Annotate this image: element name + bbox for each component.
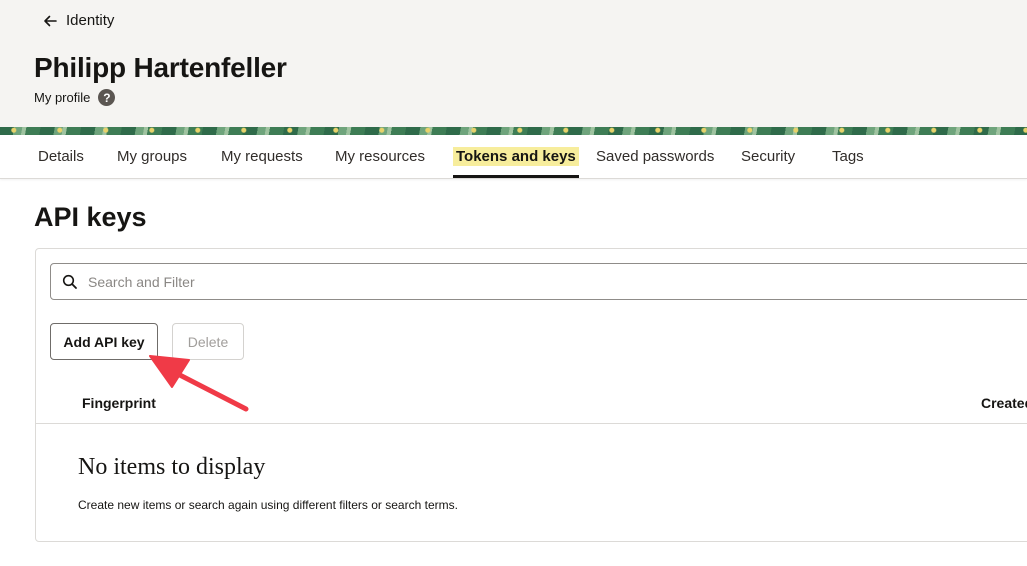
column-header-created[interactable]: Created (981, 395, 1027, 411)
tab-label: Tags (832, 148, 864, 165)
search-filter-box[interactable] (50, 263, 1027, 300)
tab-my-requests[interactable]: My requests (221, 135, 303, 178)
add-api-key-button[interactable]: Add API key (50, 323, 158, 360)
tab-security[interactable]: Security (741, 135, 795, 178)
search-icon (62, 274, 77, 289)
page-title: Philipp Hartenfeller (34, 52, 287, 83)
tab-label: Tokens and keys (453, 147, 579, 166)
delete-button: Delete (172, 323, 244, 360)
profile-tabs: Details My groups My requests My resourc… (0, 135, 1027, 179)
tab-tags[interactable]: Tags (832, 135, 864, 178)
tab-my-resources[interactable]: My resources (335, 135, 425, 178)
search-input[interactable] (88, 264, 988, 299)
column-header-fingerprint[interactable]: Fingerprint (82, 395, 156, 411)
profile-subtitle: My profile ? (34, 89, 116, 106)
tab-label: My requests (221, 148, 303, 165)
table-divider (36, 423, 1027, 424)
tab-my-groups[interactable]: My groups (117, 135, 187, 178)
empty-state-title: No items to display (78, 454, 266, 480)
tab-label: My resources (335, 148, 426, 165)
profile-header: Identity Philipp Hartenfeller My profile… (0, 0, 1027, 127)
tab-label: Security (741, 148, 796, 165)
tab-label: Details (38, 148, 84, 165)
decorative-banner (0, 127, 1027, 135)
section-title: API keys (34, 202, 147, 232)
back-link-label: Identity (66, 12, 115, 29)
tab-tokens-and-keys[interactable]: Tokens and keys (453, 135, 579, 178)
question-circle-icon[interactable]: ? (98, 89, 116, 106)
tab-label: My groups (117, 148, 188, 165)
tab-details[interactable]: Details (38, 135, 84, 178)
tab-label: Saved passwords (596, 148, 715, 165)
empty-state-description: Create new items or search again using d… (78, 498, 458, 512)
tab-saved-passwords[interactable]: Saved passwords (596, 135, 714, 178)
arrow-left-icon (44, 15, 57, 26)
subtitle-label: My profile (34, 90, 91, 105)
back-to-identity-link[interactable]: Identity (42, 12, 114, 29)
